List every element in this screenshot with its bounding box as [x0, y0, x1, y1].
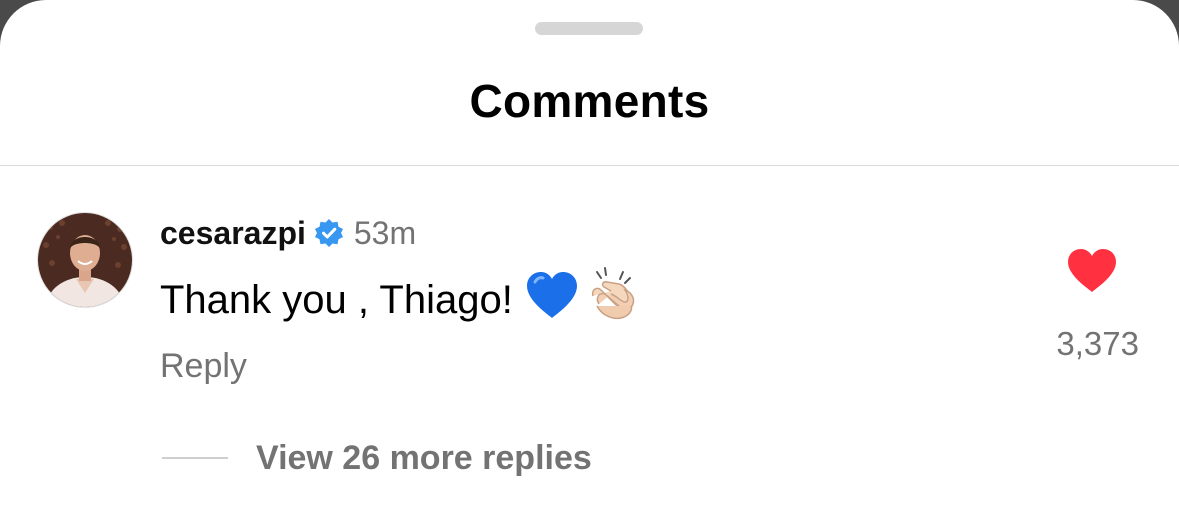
- like-heart-icon[interactable]: [1066, 248, 1126, 300]
- sheet-drag-handle[interactable]: [535, 22, 643, 35]
- comments-sheet: Comments cesarazpi 53m Thank you , Thiag…: [0, 0, 1179, 508]
- comment-timestamp: 53m: [353, 215, 417, 251]
- reply-button[interactable]: Reply: [160, 344, 247, 388]
- like-count: 3,373: [1056, 325, 1139, 362]
- blue-heart-icon: [525, 270, 579, 330]
- comment-body: Thank you , Thiago!: [160, 267, 639, 330]
- header-divider: [0, 165, 1179, 166]
- comment-meta: cesarazpi 53m: [160, 212, 416, 254]
- clapping-hands-icon: [585, 266, 639, 334]
- comment-username[interactable]: cesarazpi: [160, 212, 306, 254]
- view-more-replies-button[interactable]: View 26 more replies: [256, 436, 592, 480]
- replies-connector-line: [162, 457, 228, 459]
- comment-text: Thank you , Thiago!: [160, 277, 513, 322]
- verified-badge-icon: [314, 218, 344, 248]
- sheet-title: Comments: [469, 75, 710, 127]
- avatar[interactable]: [37, 212, 133, 308]
